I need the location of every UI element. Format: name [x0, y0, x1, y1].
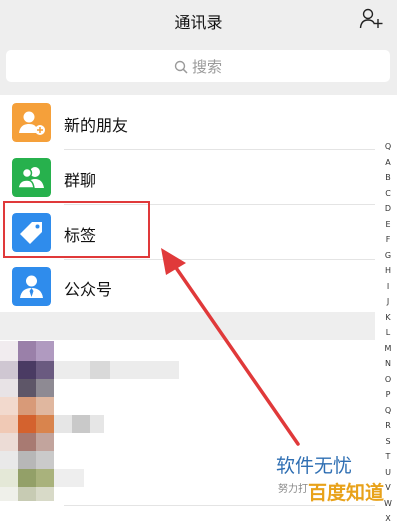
watermark-brand: 百度知道: [308, 482, 385, 504]
annotation-arrow: [161, 248, 300, 446]
index-letter[interactable]: X: [381, 511, 395, 527]
watermark-subtitle: 努力打: [278, 484, 308, 495]
watermark-site-name: 软件无忧: [276, 455, 353, 477]
